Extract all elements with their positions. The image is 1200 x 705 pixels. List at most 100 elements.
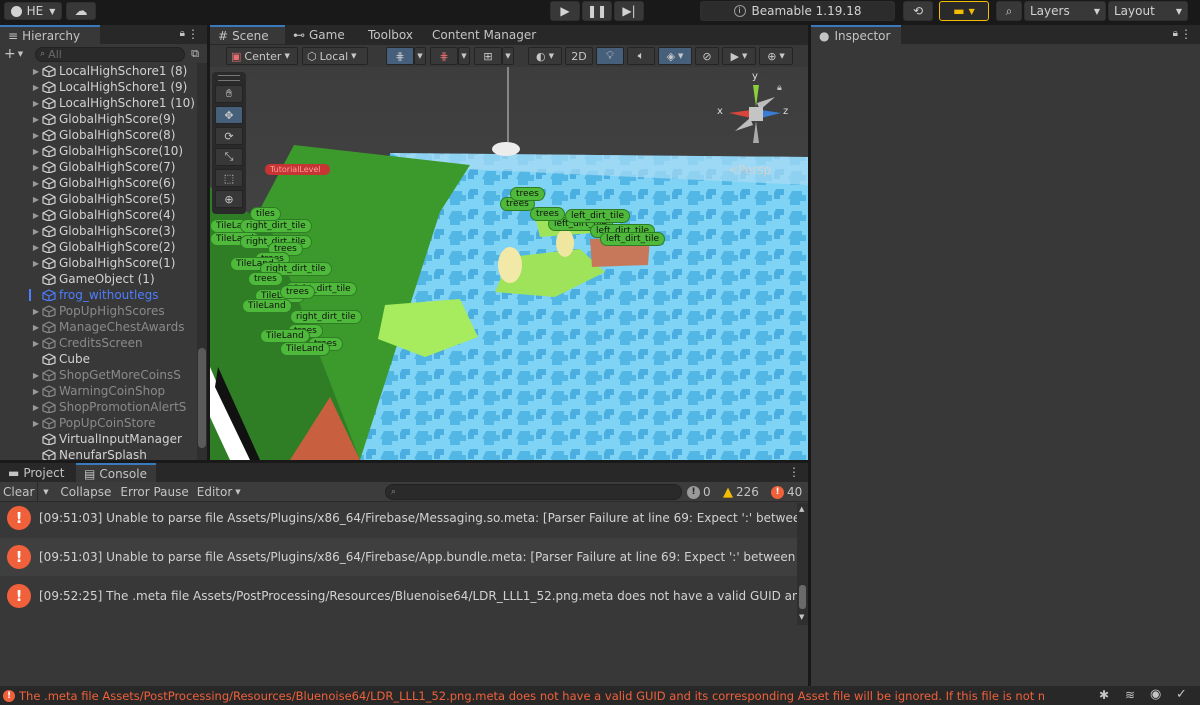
persp-toggle[interactable]: <Persp xyxy=(728,163,771,177)
scroll-down-icon[interactable]: ▼ xyxy=(799,613,804,621)
scene-object-label[interactable]: right_dirt_tile xyxy=(240,219,312,233)
hierarchy-item[interactable]: ▶ GlobalHighScore(8) xyxy=(0,127,195,143)
clear-dropdown[interactable]: ▼ xyxy=(37,481,53,502)
layers-dropdown[interactable]: Layers ▼ xyxy=(1024,1,1106,21)
hierarchy-item[interactable]: ▶ ShopGetMoreCoinsS xyxy=(0,367,195,383)
bug-icon[interactable]: ✱ xyxy=(1099,688,1109,702)
hierarchy-item[interactable]: NenufarSplash xyxy=(0,447,195,460)
error-pause-button[interactable]: Error Pause xyxy=(116,485,192,499)
hierarchy-scrollbar[interactable] xyxy=(197,63,207,460)
chevron-down-icon[interactable]: ▼ xyxy=(18,50,23,58)
effects-dropdown[interactable]: ◈ ▼ xyxy=(658,47,692,65)
increment-snap-dropdown[interactable]: ▼ xyxy=(458,47,470,65)
hierarchy-item[interactable]: VirtualInputManager xyxy=(0,431,195,447)
warning-filter-button[interactable]: ▲ 226 xyxy=(723,483,759,501)
scene-object-label[interactable]: trees xyxy=(248,272,283,286)
log-filter-button[interactable]: ! 0 xyxy=(687,483,711,501)
lighting-toggle[interactable]: 💡︎ xyxy=(596,47,624,65)
hierarchy-item[interactable]: ▶ GlobalHighScore(9) xyxy=(0,111,195,127)
expand-arrow-icon[interactable]: ▶ xyxy=(30,211,42,220)
expand-arrow-icon[interactable]: ▶ xyxy=(30,403,42,412)
expand-arrow-icon[interactable]: ▶ xyxy=(30,115,42,124)
expand-arrow-icon[interactable]: ▶ xyxy=(30,259,42,268)
status-message[interactable]: The .meta file Assets/PostProcessing/Res… xyxy=(19,689,1044,703)
scene-object-label[interactable]: TileLand xyxy=(260,329,310,343)
hand-tool[interactable]: ✋︎ xyxy=(215,85,243,103)
beamable-button[interactable]: i Beamable 1.19.18 xyxy=(700,1,895,21)
tab-console[interactable]: ▤ Console xyxy=(76,463,156,482)
scene-object-label[interactable]: right_dirt_tile xyxy=(290,310,362,324)
error-filter-button[interactable]: ! 40 xyxy=(771,483,802,501)
hierarchy-item[interactable]: ▶ PopUpCoinStore xyxy=(0,415,195,431)
expand-arrow-icon[interactable]: ▶ xyxy=(30,163,42,172)
hierarchy-search-input[interactable]: ⌕ All xyxy=(35,46,186,62)
transform-tool[interactable]: ⊕ xyxy=(215,190,243,208)
shading-dropdown[interactable]: ◐ ▼ xyxy=(528,47,562,65)
move-tool[interactable]: ✥ xyxy=(215,106,243,124)
pause-button[interactable]: ❚❚ xyxy=(582,1,612,21)
expand-arrow-icon[interactable]: ▶ xyxy=(30,243,42,252)
lock-icon[interactable]: 🔒︎ xyxy=(180,28,185,39)
hierarchy-item[interactable]: ▶ GlobalHighScore(10) xyxy=(0,143,195,159)
space-dropdown[interactable]: ⬡ Local ▼ xyxy=(302,47,368,65)
expand-arrow-icon[interactable]: ▶ xyxy=(30,131,42,140)
scene-object-label[interactable]: TileLand xyxy=(280,342,330,356)
more-icon[interactable]: ⋮ xyxy=(788,465,800,479)
hierarchy-item[interactable]: ▶ GlobalHighScore(2) xyxy=(0,239,195,255)
hierarchy-item[interactable]: ▶ GlobalHighScore(7) xyxy=(0,159,195,175)
check-icon[interactable]: ✓ xyxy=(1176,687,1187,702)
expand-arrow-icon[interactable]: ▶ xyxy=(30,99,42,108)
lock-icon[interactable]: 🔒︎ xyxy=(777,83,782,93)
align-button[interactable]: ⊞ xyxy=(474,47,502,65)
scene-object-label[interactable]: tiles xyxy=(250,207,281,221)
grid-snap-dropdown[interactable]: ▼ xyxy=(414,47,426,65)
scene-object-label[interactable]: left_dirt_tile xyxy=(565,209,631,223)
play-button[interactable]: ▶ xyxy=(550,1,580,21)
scale-tool[interactable]: ⤡ xyxy=(215,148,243,166)
scene-object-label[interactable]: trees xyxy=(280,285,315,299)
audio-toggle[interactable]: 🔈︎ xyxy=(627,47,655,65)
scene-object-label[interactable]: left_dirt_tile xyxy=(600,232,666,246)
expand-arrow-icon[interactable]: ▶ xyxy=(30,195,42,204)
hierarchy-item[interactable]: ▶ CreditsScreen xyxy=(0,335,195,351)
expand-arrow-icon[interactable]: ▶ xyxy=(30,83,42,92)
hierarchy-item[interactable]: ▶ LocalHighSchore1 (9) xyxy=(0,79,195,95)
expand-arrow-icon[interactable]: ▶ xyxy=(30,307,42,316)
hierarchy-item[interactable]: GameObject (1) xyxy=(0,271,195,287)
cloud-button[interactable]: ☁ xyxy=(66,2,96,20)
console-entry[interactable]: ! [09:51:03] Unable to parse file Assets/… xyxy=(0,538,797,576)
expand-arrow-icon[interactable]: ▶ xyxy=(30,147,42,156)
hierarchy-item[interactable]: ▶ GlobalHighScore(4) xyxy=(0,207,195,223)
tab-toolbox[interactable]: Toolbox xyxy=(355,25,425,44)
hierarchy-item[interactable]: ▶ LocalHighSchore1 (8) xyxy=(0,63,195,79)
hierarchy-item[interactable]: ▶ ShopPromotionAlertS xyxy=(0,399,195,415)
search-button[interactable]: ⌕ xyxy=(996,1,1022,21)
hierarchy-item[interactable]: ▶ GlobalHighScore(1) xyxy=(0,255,195,271)
add-icon[interactable]: + xyxy=(4,46,16,62)
tab-game[interactable]: ⊷ Game xyxy=(285,25,355,44)
hierarchy-item[interactable]: Cube xyxy=(0,351,195,367)
hidden-objects-toggle[interactable]: ⊘ xyxy=(695,47,719,65)
tab-scene[interactable]: # Scene xyxy=(210,25,285,44)
hierarchy-item[interactable]: ▶ ManageChestAwards xyxy=(0,319,195,335)
scene-object-label[interactable]: trees xyxy=(510,187,545,201)
more-icon[interactable]: ⋮ xyxy=(187,27,199,41)
more-icon[interactable]: ⋮ xyxy=(1180,27,1192,41)
hierarchy-item[interactable]: ▶ GlobalHighScore(5) xyxy=(0,191,195,207)
expand-arrow-icon[interactable]: ▶ xyxy=(30,67,42,76)
filter-icon[interactable]: ⧉ xyxy=(191,47,199,61)
console-entry[interactable]: ! [09:52:25] The .meta file Assets/PostPr… xyxy=(0,577,797,615)
hierarchy-item[interactable]: frog_withoutlegs xyxy=(0,287,195,303)
scroll-up-icon[interactable]: ▲ xyxy=(799,505,804,513)
scene-object-label[interactable]: TileLand xyxy=(242,299,292,313)
tab-content-manager[interactable]: Content Manager xyxy=(425,25,545,44)
gizmos-dropdown[interactable]: ⊕ ▼ xyxy=(759,47,793,65)
console-search-input[interactable]: ⌕ xyxy=(385,484,682,500)
camera-dropdown[interactable]: ▶ ▼ xyxy=(722,47,756,65)
orientation-gizmo[interactable]: y x z xyxy=(715,71,795,155)
editor-dropdown[interactable]: Editor ▼ xyxy=(193,485,245,499)
collapse-button[interactable]: Collapse xyxy=(55,485,116,499)
lock-icon[interactable]: 🔒︎ xyxy=(1173,28,1178,39)
pivot-dropdown[interactable]: ▣ Center ▼ xyxy=(226,47,298,65)
hierarchy-item[interactable]: ▶ LocalHighSchore1 (10) xyxy=(0,95,195,111)
